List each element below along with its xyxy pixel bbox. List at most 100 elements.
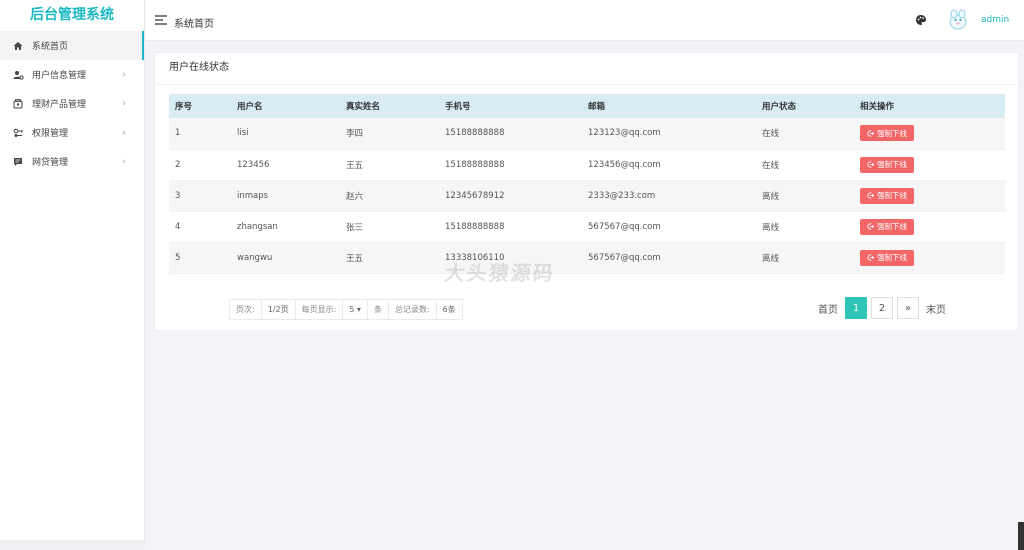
cell-realname: 李四: [346, 129, 364, 140]
column-header: 用户状态: [762, 102, 797, 112]
table-row: 1 lisi 李四 15188888888 123123@qq.com 在线 强…: [169, 118, 1005, 149]
cell-status: 离线: [762, 191, 780, 202]
logout-icon: [867, 192, 874, 199]
user-table: 序号 用户名 真实姓名 手机号 邮箱 用户状态 相关操作 1 lisi 李四 1…: [169, 94, 1005, 274]
sidebar-item-label: 用户信息管理: [32, 71, 87, 81]
last-page-link[interactable]: 末页: [923, 297, 949, 319]
cell-username: inmaps: [237, 190, 269, 201]
chevron-right-icon: ›: [122, 127, 126, 138]
sidebar-item-label: 理财产品管理: [32, 100, 87, 110]
cell-id: 3: [175, 190, 181, 201]
button-label: 强制下线: [877, 128, 907, 138]
menu-toggle-icon[interactable]: [155, 15, 168, 28]
cell-phone: 15188888888: [445, 128, 505, 139]
button-label: 强制下线: [877, 160, 907, 169]
page-title: 系统首页: [174, 19, 214, 30]
online-status-card: 用户在线状态 序号 用户名 真实姓名 手机号 邮箱 用户状态 相关操作 1 li…: [154, 52, 1019, 331]
cell-action: 强制下线: [854, 242, 1005, 273]
top-bar: 系统首页 admin: [145, 0, 1024, 41]
sidebar-item-label: 网贷管理: [32, 158, 69, 168]
cell-action: 强制下线: [854, 180, 1005, 211]
next-page-link[interactable]: »: [897, 297, 919, 319]
page-link-2[interactable]: 2: [871, 297, 893, 319]
app-title: 后台管理系统: [30, 7, 114, 23]
logout-icon: [867, 130, 874, 137]
column-header: 真实姓名: [346, 102, 381, 112]
cell-id: 4: [175, 221, 181, 232]
cell-email: 567567@qq.com: [588, 221, 661, 232]
cell-phone: 13338106110: [445, 252, 505, 263]
pagination: 首页 1 2 » 末页: [815, 297, 949, 319]
cell-email: 123456@qq.com: [588, 159, 661, 170]
per-page-unit: 条: [368, 300, 389, 319]
key-icon: [12, 127, 24, 139]
sidebar: 后台管理系统 系统首页 用户信息管理 › 理财产品管理 › 权限管理 › 网贷管…: [0, 0, 145, 550]
cell-status: 在线: [762, 129, 780, 140]
table-row: 3 inmaps 赵六 12345678912 2333@233.com 离线 …: [169, 180, 1005, 211]
page-label: 页次:: [230, 300, 262, 319]
total-value: 6条: [442, 305, 456, 314]
cell-id: 1: [175, 128, 181, 139]
sidebar-item-loan-management[interactable]: 网贷管理 ›: [0, 147, 144, 176]
username[interactable]: admin: [981, 15, 1009, 25]
cell-username: wangwu: [237, 252, 273, 263]
cell-phone: 15188888888: [445, 159, 505, 170]
cell-phone: 12345678912: [445, 190, 505, 201]
sidebar-item-label: 权限管理: [32, 129, 69, 139]
sidebar-footer: [0, 540, 145, 550]
cell-action: 强制下线: [854, 118, 1005, 149]
palette-icon[interactable]: [915, 14, 927, 29]
column-header: 用户名: [237, 102, 263, 112]
sidebar-item-product-management[interactable]: 理财产品管理 ›: [0, 89, 144, 118]
user-gear-icon: [12, 69, 24, 81]
button-label: 强制下线: [877, 253, 907, 262]
force-offline-button[interactable]: 强制下线: [860, 125, 914, 142]
cell-action: 强制下线: [854, 149, 1005, 180]
per-page-label: 每页显示:: [296, 300, 344, 319]
cell-status: 在线: [762, 160, 780, 171]
cell-realname: 张三: [346, 222, 364, 233]
button-label: 强制下线: [877, 191, 907, 200]
column-header: 手机号: [445, 102, 471, 112]
avatar[interactable]: [945, 7, 971, 33]
home-icon: [12, 40, 24, 52]
cell-username: zhangsan: [237, 221, 278, 232]
scrollbar-corner: [1018, 522, 1024, 550]
total-label: 总记录数:: [389, 300, 437, 319]
chevron-right-icon: ›: [122, 69, 126, 80]
cell-phone: 15188888888: [445, 221, 505, 232]
cell-username: 123456: [237, 159, 270, 170]
cell-email: 123123@qq.com: [588, 128, 661, 139]
table-row: 4 zhangsan 张三 15188888888 567567@qq.com …: [169, 211, 1005, 242]
column-header: 序号: [175, 102, 193, 112]
table-row: 5 wangwu 王五 13338106110 567567@qq.com 离线…: [169, 242, 1005, 273]
force-offline-button[interactable]: 强制下线: [860, 156, 914, 173]
first-page-link[interactable]: 首页: [815, 297, 841, 319]
force-offline-button[interactable]: 强制下线: [860, 187, 914, 204]
page-link-1[interactable]: 1: [845, 297, 867, 319]
logout-icon: [867, 161, 874, 168]
force-offline-button[interactable]: 强制下线: [860, 249, 914, 266]
cell-id: 2: [175, 159, 181, 170]
cell-email: 2333@233.com: [588, 190, 656, 201]
table-header-row: 序号 用户名 真实姓名 手机号 邮箱 用户状态 相关操作: [169, 94, 1005, 118]
per-page-select[interactable]: 5 ▾: [343, 300, 368, 319]
cell-id: 5: [175, 252, 181, 263]
cell-realname: 王五: [346, 160, 364, 171]
force-offline-button[interactable]: 强制下线: [860, 218, 914, 235]
button-label: 强制下线: [877, 222, 907, 231]
sidebar-item-user-management[interactable]: 用户信息管理 ›: [0, 60, 144, 89]
chevron-right-icon: ›: [122, 156, 126, 167]
sidebar-item-permission-management[interactable]: 权限管理 ›: [0, 118, 144, 147]
column-header: 邮箱: [588, 102, 606, 112]
column-header: 相关操作: [860, 102, 895, 112]
sidebar-item-home[interactable]: 系统首页: [0, 31, 144, 60]
message-icon: [12, 156, 24, 168]
cell-realname: 赵六: [346, 191, 364, 202]
page-value: 1/2页: [262, 300, 296, 319]
chevron-right-icon: ›: [122, 98, 126, 109]
cell-realname: 王五: [346, 253, 364, 264]
cell-email: 567567@qq.com: [588, 252, 661, 263]
cell-username: lisi: [237, 128, 249, 139]
table-row: 2 123456 王五 15188888888 123456@qq.com 在线…: [169, 149, 1005, 180]
